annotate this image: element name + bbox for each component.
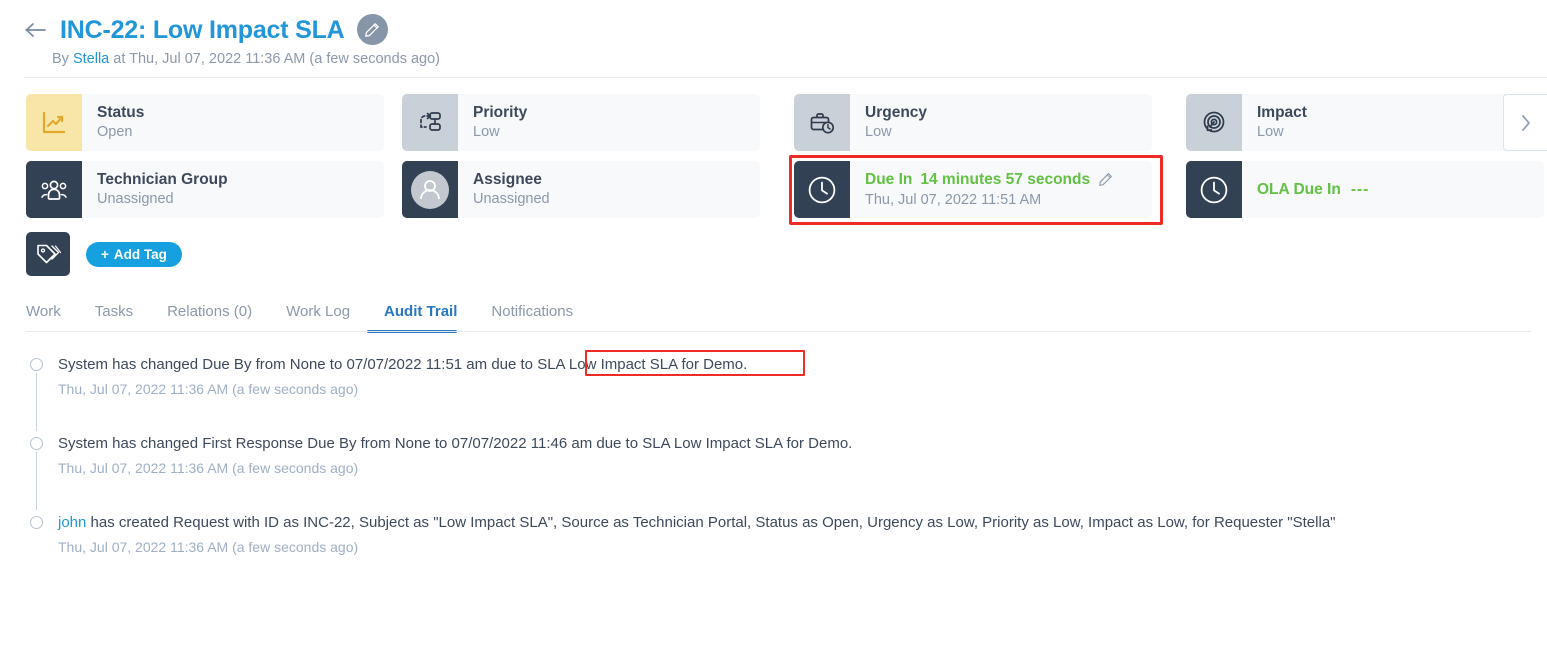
add-tag-plus: + — [101, 246, 109, 262]
card-priority[interactable]: Priority Low — [402, 94, 760, 151]
tab-tasks[interactable]: Tasks — [78, 302, 150, 332]
audit-entry-time: Thu, Jul 07, 2022 11:36 AM (a few second… — [58, 381, 359, 397]
timeline-connector — [36, 373, 38, 431]
arrow-left-icon[interactable] — [24, 18, 48, 42]
add-tag-button[interactable]: + Add Tag — [86, 241, 182, 267]
briefcase-clock-icon — [794, 94, 850, 151]
card-technician-group-value: Unassigned — [97, 191, 174, 207]
byline: By Stella at Thu, Jul 07, 2022 11:36 AM … — [52, 50, 1547, 68]
people-group-icon — [26, 161, 82, 218]
card-due-in[interactable]: Due In 14 minutes 57 seconds Thu, Jul 07… — [794, 161, 1152, 218]
card-assignee-value: Unassigned — [473, 191, 550, 207]
tab-notifications[interactable]: Notifications — [474, 302, 590, 332]
audit-entry: System has changed Due By from None to 0… — [30, 350, 1547, 431]
card-due-in-wrapper: Due In 14 minutes 57 seconds Thu, Jul 07… — [789, 155, 1163, 225]
card-impact[interactable]: Impact Low — [1186, 94, 1544, 151]
card-urgency[interactable]: Urgency Low — [794, 94, 1152, 151]
audit-entry: System has changed First Response Due By… — [30, 433, 1547, 510]
card-technician-group[interactable]: Technician Group Unassigned — [26, 161, 384, 218]
card-status-value: Open — [97, 124, 133, 140]
attribute-cards: Status Open Priority Low Urgency Low Imp… — [0, 78, 1547, 225]
audit-entry-user-link[interactable]: john — [58, 514, 86, 531]
request-detail-page: INC-22: Low Impact SLA By Stella at Thu,… — [0, 0, 1547, 668]
timeline-bullet-icon — [30, 516, 43, 529]
chevron-right-icon[interactable] — [1503, 94, 1547, 151]
clock-icon — [794, 161, 850, 218]
card-ola-due-in[interactable]: OLA Due In --- — [1186, 161, 1544, 218]
tab-audit-trail[interactable]: Audit Trail — [367, 302, 474, 333]
card-impact-label: Impact — [1257, 104, 1307, 121]
card-status-body: Status Open — [82, 94, 144, 151]
audit-entry-text: System has changed Due By from None to 0… — [58, 350, 1547, 376]
timeline-bullet-icon — [30, 437, 43, 450]
audit-entry-text-body: has created Request with ID as INC-22, S… — [86, 514, 1336, 531]
card-technician-group-body: Technician Group Unassigned — [82, 161, 228, 218]
card-assignee-body: Assignee Unassigned — [458, 161, 550, 218]
clock-icon — [1186, 161, 1242, 218]
page-title: INC-22: Low Impact SLA — [60, 15, 345, 44]
card-status[interactable]: Status Open — [26, 94, 384, 151]
byline-prefix: By — [52, 51, 73, 67]
tab-bar: Work Tasks Relations (0) Work Log Audit … — [26, 302, 1547, 333]
timeline-bullet-icon — [30, 358, 43, 371]
audit-entry-text-highlight: SLA Low Impact SLA for Demo. — [537, 356, 748, 373]
audit-entry-text: System has changed First Response Due By… — [58, 435, 853, 452]
card-due-in-body: Due In 14 minutes 57 seconds Thu, Jul 07… — [850, 161, 1113, 218]
tabs: Work Tasks Relations (0) Work Log Audit … — [26, 302, 1547, 333]
byline-user-link[interactable]: Stella — [73, 51, 109, 67]
priority-flow-icon — [402, 94, 458, 151]
card-ola-due-in-label: OLA Due In — [1257, 180, 1341, 198]
due-in-edit-pencil-icon[interactable] — [1098, 172, 1113, 187]
tab-relations[interactable]: Relations (0) — [150, 302, 269, 332]
target-arrow-icon — [1186, 94, 1242, 151]
card-row-2: Technician Group Unassigned Assignee Una… — [26, 155, 1547, 225]
tag-icon — [26, 232, 70, 276]
audit-entry: john has created Request with ID as INC-… — [30, 512, 1547, 557]
card-due-in-label: Due In — [865, 170, 913, 188]
card-due-in-sub: Thu, Jul 07, 2022 11:51 AM — [865, 191, 1042, 208]
card-priority-value: Low — [473, 124, 500, 140]
due-in-line: Due In 14 minutes 57 seconds — [865, 170, 1113, 190]
page-header: INC-22: Low Impact SLA By Stella at Thu,… — [0, 0, 1547, 78]
tab-work-log[interactable]: Work Log — [269, 302, 367, 332]
card-urgency-value: Low — [865, 124, 892, 140]
card-urgency-label: Urgency — [865, 104, 928, 121]
edit-title-button[interactable] — [356, 14, 388, 45]
add-tag-label: Add Tag — [113, 246, 167, 262]
user-avatar-icon — [402, 161, 458, 218]
card-assignee[interactable]: Assignee Unassigned — [402, 161, 760, 218]
card-priority-body: Priority Low — [458, 94, 527, 151]
byline-suffix: at Thu, Jul 07, 2022 11:36 AM (a few sec… — [109, 51, 440, 67]
line-chart-icon — [26, 94, 82, 151]
audit-entry-time: Thu, Jul 07, 2022 11:36 AM (a few second… — [58, 460, 359, 476]
timeline-connector — [36, 452, 38, 510]
card-ola-due-in-body: OLA Due In --- — [1242, 161, 1369, 218]
audit-entry-text-before: System has changed Due By from None to 0… — [58, 356, 538, 373]
card-urgency-body: Urgency Low — [850, 94, 927, 151]
title-row: INC-22: Low Impact SLA — [24, 14, 1547, 45]
audit-entry-time: Thu, Jul 07, 2022 11:36 AM (a few second… — [58, 539, 359, 555]
tag-row: + Add Tag — [0, 228, 1547, 276]
audit-trail-list: System has changed Due By from None to 0… — [30, 350, 1547, 557]
card-row-1: Status Open Priority Low Urgency Low Imp… — [26, 94, 1547, 151]
tab-work[interactable]: Work — [26, 302, 78, 332]
card-priority-label: Priority — [473, 104, 528, 121]
card-ola-due-in-value: --- — [1350, 180, 1370, 198]
tab-underline-divider — [26, 331, 1531, 332]
card-assignee-label: Assignee — [473, 171, 542, 188]
card-impact-body: Impact Low — [1242, 94, 1307, 151]
pencil-icon — [364, 22, 380, 38]
card-due-in-value: 14 minutes 57 seconds — [920, 170, 1091, 188]
card-status-label: Status — [97, 104, 145, 121]
audit-entry-text: john has created Request with ID as INC-… — [58, 512, 1547, 533]
card-impact-value: Low — [1257, 124, 1284, 140]
card-technician-group-label: Technician Group — [97, 171, 228, 188]
